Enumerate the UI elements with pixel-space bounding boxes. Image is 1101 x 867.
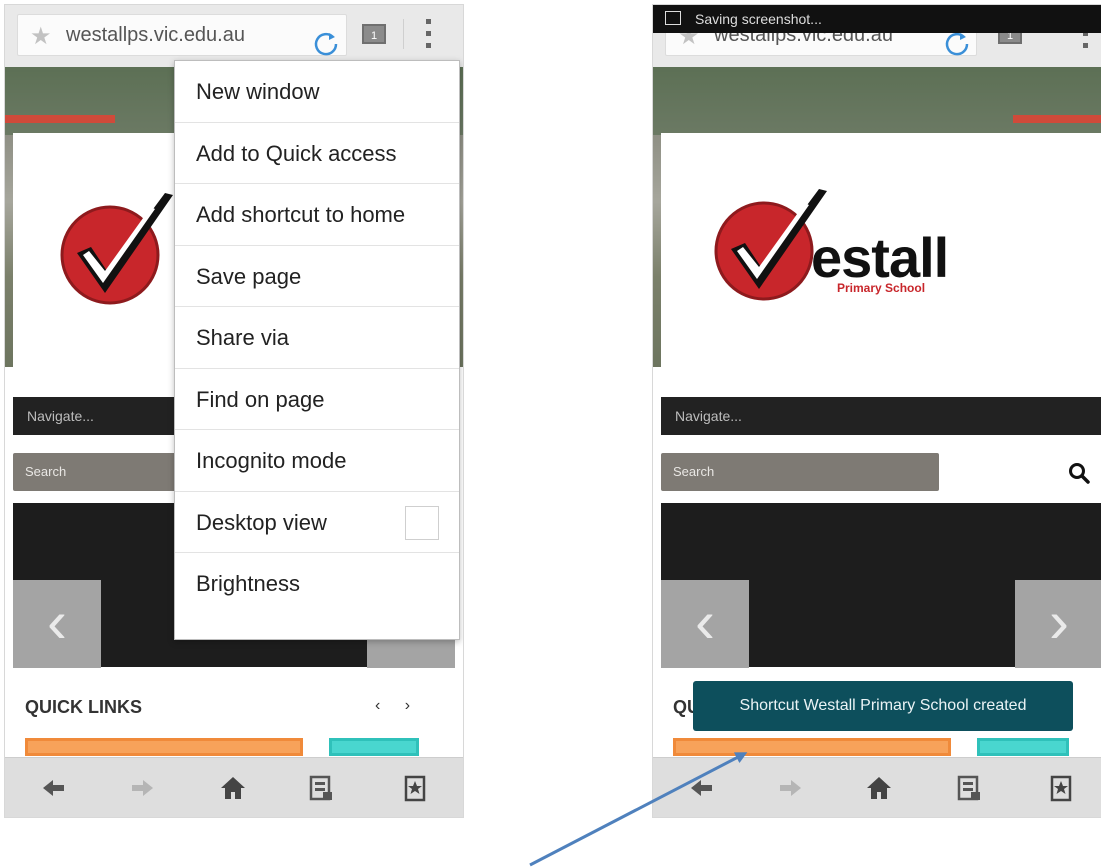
navigate-dropdown[interactable]: Navigate... xyxy=(661,397,1101,435)
menu-item-save-page[interactable]: Save page xyxy=(175,246,459,307)
right-phone-screen: Saving screenshot... ★ westallps.vic.edu… xyxy=(653,5,1101,817)
url-text: westallps.vic.edu.au xyxy=(66,24,245,46)
menu-item-add-shortcut-to-home[interactable]: Add shortcut to home xyxy=(175,184,459,246)
tab-switcher-icon[interactable]: 1 xyxy=(362,24,386,44)
search-input[interactable]: Search xyxy=(661,453,939,491)
left-phone-screen: ★ westallps.vic.edu.au 1 Navigate... Sea… xyxy=(5,5,463,817)
bookmark-icon[interactable] xyxy=(401,774,429,802)
bookmark-icon[interactable] xyxy=(1047,774,1075,802)
star-icon[interactable]: ★ xyxy=(30,22,52,51)
home-icon[interactable] xyxy=(865,774,893,802)
forward-icon[interactable] xyxy=(777,774,805,802)
menu-item-brightness[interactable]: Brightness xyxy=(175,553,459,615)
overflow-menu: New window Add to Quick access Add short… xyxy=(174,60,460,640)
slider-next-button[interactable]: › xyxy=(1015,580,1101,668)
status-notification-text: Saving screenshot... xyxy=(695,11,822,27)
slider-prev-button[interactable]: ‹ xyxy=(13,580,101,668)
logo-subtitle: Primary School xyxy=(837,281,926,295)
search-input[interactable]: Search xyxy=(13,453,181,491)
forward-icon[interactable] xyxy=(129,774,157,802)
quick-links-arrows[interactable]: ‹ › xyxy=(375,697,420,715)
quick-link-tile[interactable] xyxy=(673,738,951,756)
overflow-menu-icon[interactable] xyxy=(426,19,434,53)
logo-card: estall Primary School xyxy=(661,133,1101,395)
address-bar: ★ westallps.vic.edu.au 1 xyxy=(5,5,463,68)
menu-item-add-to-quick-access[interactable]: Add to Quick access xyxy=(175,123,459,184)
tabs-list-icon[interactable] xyxy=(955,774,983,802)
bottom-toolbar xyxy=(5,757,463,817)
back-icon[interactable] xyxy=(687,774,715,802)
menu-item-desktop-view[interactable]: Desktop view xyxy=(175,492,459,553)
play-equipment xyxy=(1013,115,1101,123)
shortcut-created-toast: Shortcut Westall Primary School created xyxy=(693,681,1073,731)
bottom-toolbar xyxy=(653,757,1101,817)
search-icon[interactable] xyxy=(1068,462,1090,484)
home-icon[interactable] xyxy=(219,774,247,802)
quick-link-tile[interactable] xyxy=(25,738,303,756)
quick-link-tile[interactable] xyxy=(329,738,419,756)
reload-icon[interactable] xyxy=(942,29,972,59)
trees xyxy=(653,67,1101,135)
navigate-dropdown[interactable]: Navigate... xyxy=(13,397,183,435)
divider xyxy=(403,19,404,49)
menu-item-new-window[interactable]: New window xyxy=(175,61,459,123)
tabs-list-icon[interactable] xyxy=(307,774,335,802)
back-icon[interactable] xyxy=(39,774,67,802)
screenshot-icon xyxy=(665,11,681,25)
quick-links-title: QUICK LINKS xyxy=(25,697,142,717)
desktop-view-checkbox[interactable] xyxy=(405,505,439,540)
url-field[interactable]: ★ westallps.vic.edu.au xyxy=(17,14,347,56)
quick-link-tile[interactable] xyxy=(977,738,1069,756)
play-equipment xyxy=(5,115,115,123)
status-notification-bar: Saving screenshot... xyxy=(653,5,1101,33)
menu-item-find-on-page[interactable]: Find on page xyxy=(175,369,459,430)
slider-prev-button[interactable]: ‹ xyxy=(661,580,749,668)
reload-icon[interactable] xyxy=(311,29,341,59)
menu-item-incognito-mode[interactable]: Incognito mode xyxy=(175,430,459,492)
menu-item-share-via[interactable]: Share via xyxy=(175,307,459,369)
